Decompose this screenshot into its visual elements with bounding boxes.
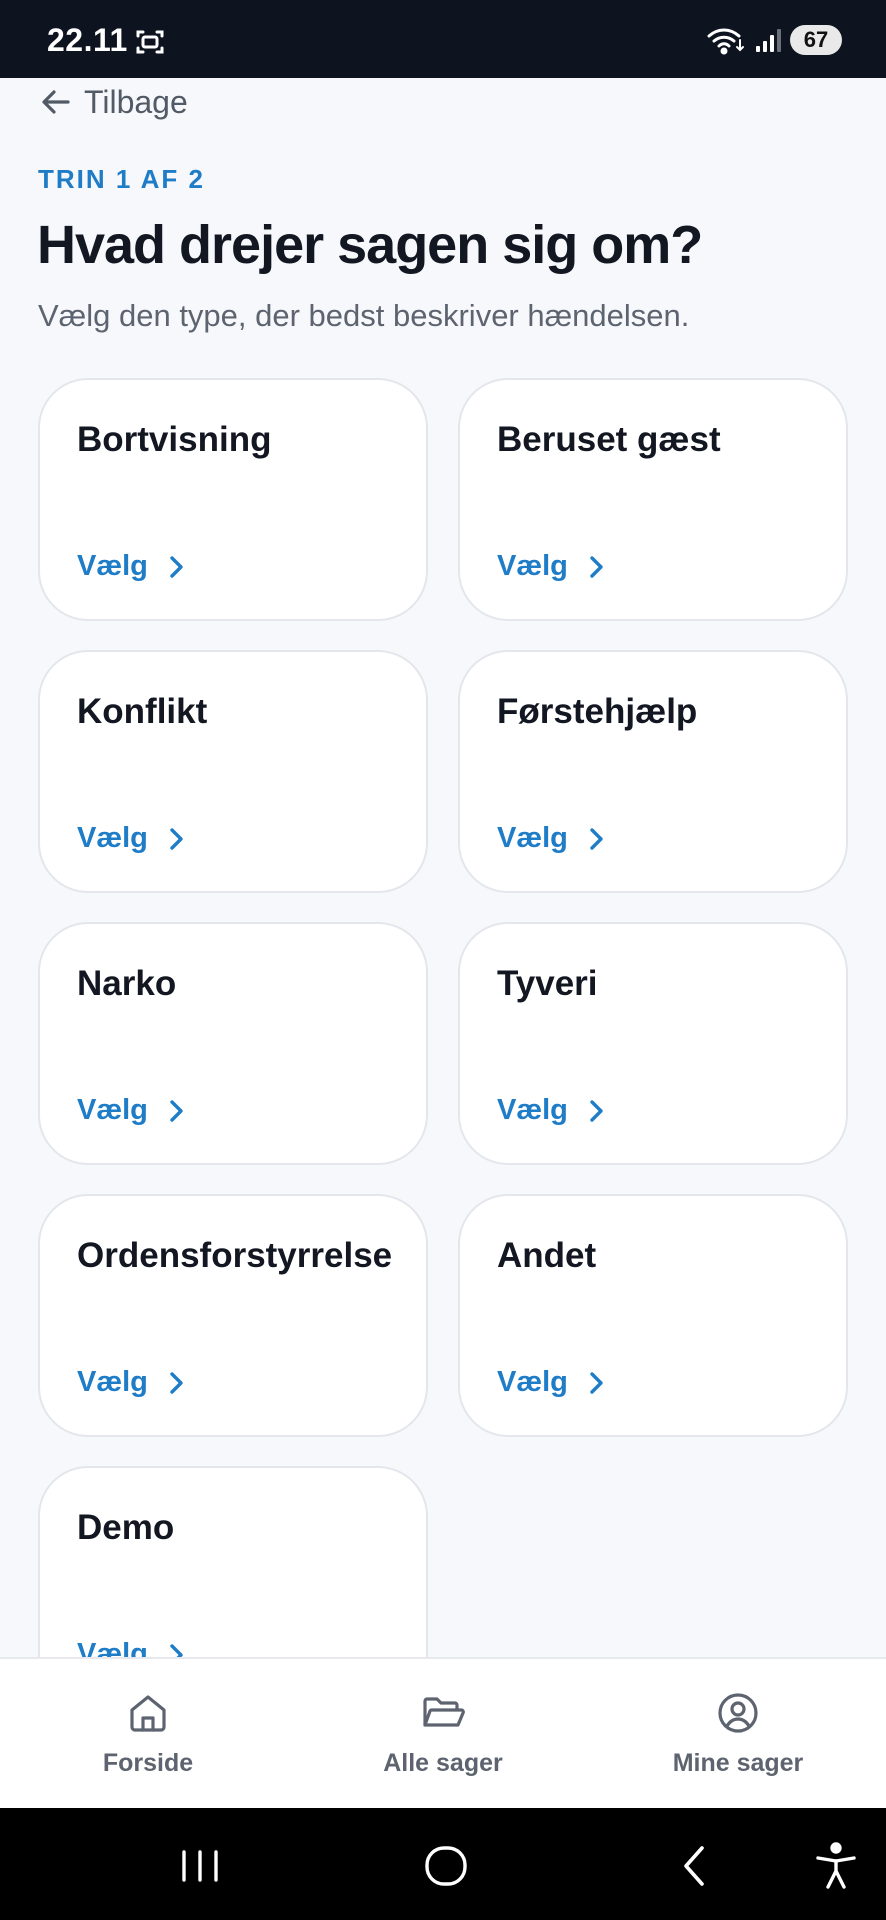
- accessibility-icon[interactable]: [808, 1838, 864, 1894]
- battery-icon: 67: [790, 25, 842, 55]
- card-title: Beruset gæst: [497, 420, 721, 459]
- case-type-card[interactable]: Tyveri Vælg: [458, 922, 848, 1165]
- folder-open-icon: [423, 1697, 465, 1727]
- chevron-right-icon: [170, 1371, 183, 1394]
- choose-label: Vælg: [77, 1638, 148, 1658]
- case-type-grid: Bortvisning Vælg Beruset gæst Vælg Konfl…: [38, 378, 848, 1658]
- chevron-right-icon: [590, 827, 603, 850]
- choose-link[interactable]: Vælg: [77, 822, 190, 855]
- chevron-right-icon: [170, 1099, 183, 1122]
- card-title: Tyveri: [497, 964, 598, 1003]
- choose-link[interactable]: Vælg: [497, 550, 610, 583]
- status-time: 22.11: [47, 22, 128, 58]
- back-chevron-icon[interactable]: [668, 1838, 724, 1894]
- case-type-card[interactable]: Ordensforstyrrelse Vælg: [38, 1194, 428, 1437]
- choose-label: Vælg: [497, 822, 568, 854]
- choose-link[interactable]: Vælg: [77, 1638, 190, 1658]
- chevron-right-icon: [170, 827, 183, 850]
- home-icon: [130, 1695, 166, 1732]
- nav-label: Mine sager: [672, 1749, 804, 1777]
- choose-link[interactable]: Vælg: [497, 1366, 610, 1399]
- choose-label: Vælg: [497, 1366, 568, 1398]
- choose-link[interactable]: Vælg: [77, 550, 190, 583]
- chevron-right-icon: [590, 555, 603, 578]
- case-type-card[interactable]: Beruset gæst Vælg: [458, 378, 848, 621]
- case-type-card[interactable]: Narko Vælg: [38, 922, 428, 1165]
- arrow-left-icon: [42, 90, 70, 114]
- home-circle-icon[interactable]: [418, 1838, 474, 1894]
- choose-link[interactable]: Vælg: [497, 1094, 610, 1127]
- recent-apps-icon[interactable]: [172, 1838, 228, 1894]
- back-label: Tilbage: [84, 83, 188, 120]
- signal-icon: [756, 29, 781, 52]
- case-type-card[interactable]: Bortvisning Vælg: [38, 378, 428, 621]
- case-type-card[interactable]: Førstehjælp Vælg: [458, 650, 848, 893]
- choose-label: Vælg: [77, 1366, 148, 1398]
- status-bar: 22.11 67: [0, 0, 886, 78]
- case-type-card[interactable]: Andet Vælg: [458, 1194, 848, 1437]
- case-type-card[interactable]: Demo Vælg: [38, 1466, 428, 1658]
- chevron-right-icon: [170, 1643, 183, 1658]
- choose-link[interactable]: Vælg: [77, 1094, 190, 1127]
- nav-label: Forside: [102, 1749, 194, 1777]
- card-title: Konflikt: [77, 692, 208, 731]
- chevron-right-icon: [590, 1371, 603, 1394]
- card-title: Førstehjælp: [497, 692, 698, 731]
- system-navigation-bar: [0, 1808, 886, 1920]
- nav-label: Alle sager: [383, 1749, 503, 1777]
- back-button[interactable]: Tilbage: [38, 80, 188, 124]
- page-subtitle: Vælg den type, der bedst beskriver hænde…: [38, 298, 690, 333]
- card-title: Narko: [77, 964, 177, 1003]
- choose-link[interactable]: Vælg: [497, 822, 610, 855]
- nav-item-forside[interactable]: Forside: [0, 1659, 296, 1810]
- step-indicator: TRIN 1 AF 2: [38, 164, 205, 194]
- chevron-right-icon: [590, 1099, 603, 1122]
- wifi-icon: [707, 28, 744, 55]
- choose-link[interactable]: Vælg: [77, 1366, 190, 1399]
- choose-label: Vælg: [77, 822, 148, 854]
- nav-item-alle-sager[interactable]: Alle sager: [295, 1659, 591, 1810]
- choose-label: Vælg: [497, 1094, 568, 1126]
- screenshot-icon: [136, 30, 164, 54]
- card-title: Demo: [77, 1508, 175, 1547]
- case-type-card[interactable]: Konflikt Vælg: [38, 650, 428, 893]
- user-circle-icon: [718, 1693, 758, 1733]
- card-title: Bortvisning: [77, 420, 272, 459]
- chevron-right-icon: [170, 555, 183, 578]
- choose-label: Vælg: [77, 1094, 148, 1126]
- page-title: Hvad drejer sagen sig om?: [37, 215, 703, 275]
- card-title: Ordensforstyrrelse: [77, 1236, 393, 1275]
- card-title: Andet: [497, 1236, 597, 1275]
- choose-label: Vælg: [497, 550, 568, 582]
- choose-label: Vælg: [77, 550, 148, 582]
- nav-item-mine-sager[interactable]: Mine sager: [590, 1659, 886, 1810]
- bottom-navigation: Forside Alle sager Mine sager: [0, 1657, 886, 1808]
